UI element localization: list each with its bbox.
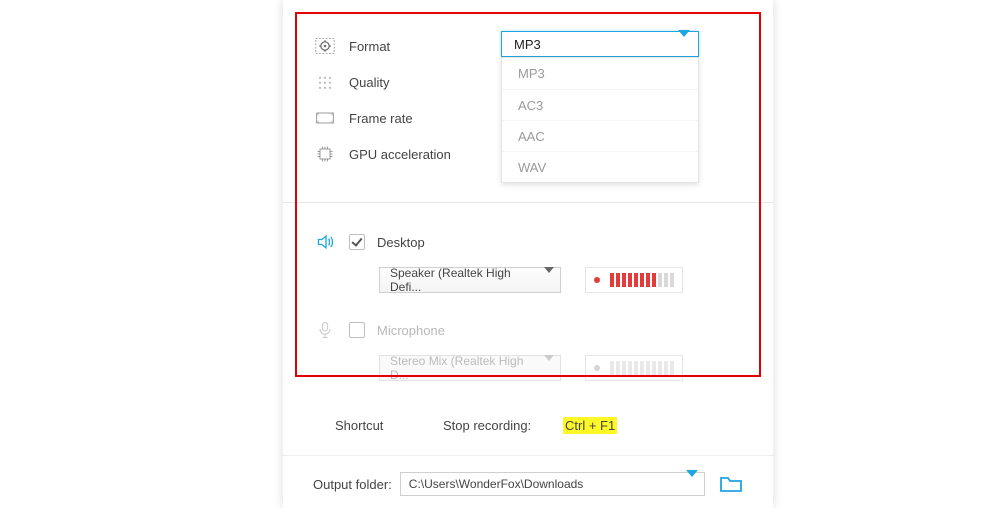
microphone-device-row: Stereo Mix (Realtek High D... <box>283 353 773 383</box>
microphone-level-meter <box>585 355 683 381</box>
shortcut-label: Shortcut <box>335 418 443 433</box>
audio-section: Desktop Speaker (Realtek High Defi... <box>283 203 773 395</box>
record-dot-icon <box>594 365 600 371</box>
microphone-device-value: Stereo Mix (Realtek High D... <box>390 354 544 382</box>
settings-panel: Format Quality <box>283 0 773 508</box>
quality-label: Quality <box>349 75 497 90</box>
level-bars <box>610 361 674 375</box>
chevron-down-icon <box>678 37 690 52</box>
format-option-ac3[interactable]: AC3 <box>502 89 698 120</box>
quality-dots-icon <box>315 72 349 92</box>
microphone-device-dropdown[interactable]: Stereo Mix (Realtek High D... <box>379 355 561 381</box>
chip-icon <box>315 144 349 164</box>
microphone-audio-checkbox[interactable] <box>349 322 365 338</box>
microphone-audio-label: Microphone <box>377 323 445 338</box>
desktop-audio-row: Desktop <box>283 229 773 255</box>
format-option-mp3[interactable]: MP3 <box>502 58 698 89</box>
chevron-down-icon <box>544 361 554 375</box>
level-bars <box>610 273 674 287</box>
stop-recording-label: Stop recording: <box>443 418 563 433</box>
gpu-label: GPU acceleration <box>349 147 497 162</box>
output-folder-label: Output folder: <box>313 477 392 492</box>
format-label: Format <box>349 39 497 54</box>
format-gear-icon <box>315 36 349 56</box>
format-dropdown-value: MP3 <box>514 37 541 52</box>
output-folder-value: C:\Users\WonderFox\Downloads <box>409 477 584 491</box>
format-option-wav[interactable]: WAV <box>502 151 698 182</box>
chevron-down-icon <box>686 477 698 491</box>
desktop-audio-label: Desktop <box>377 235 425 250</box>
desktop-device-dropdown[interactable]: Speaker (Realtek High Defi... <box>379 267 561 293</box>
chevron-down-icon <box>544 273 554 287</box>
desktop-device-value: Speaker (Realtek High Defi... <box>390 266 544 294</box>
frame-rate-label: Frame rate <box>349 111 497 126</box>
format-dropdown-list: MP3 AC3 AAC WAV <box>501 57 699 183</box>
output-folder-dropdown[interactable]: C:\Users\WonderFox\Downloads <box>400 472 705 496</box>
speaker-icon <box>315 232 349 252</box>
desktop-device-row: Speaker (Realtek High Defi... <box>283 265 773 295</box>
output-folder-row: Output folder: C:\Users\WonderFox\Downlo… <box>283 456 773 496</box>
microphone-icon <box>315 320 349 340</box>
microphone-audio-row: Microphone <box>283 317 773 343</box>
desktop-level-meter <box>585 267 683 293</box>
film-icon <box>315 108 349 128</box>
desktop-audio-checkbox[interactable] <box>349 234 365 250</box>
format-option-aac[interactable]: AAC <box>502 120 698 151</box>
stop-recording-hotkey: Ctrl + F1 <box>563 417 617 434</box>
shortcut-section: Shortcut Stop recording: Ctrl + F1 <box>283 395 773 437</box>
browse-folder-button[interactable] <box>719 474 743 494</box>
record-dot-icon <box>594 277 600 283</box>
format-dropdown[interactable]: MP3 <box>501 31 699 57</box>
